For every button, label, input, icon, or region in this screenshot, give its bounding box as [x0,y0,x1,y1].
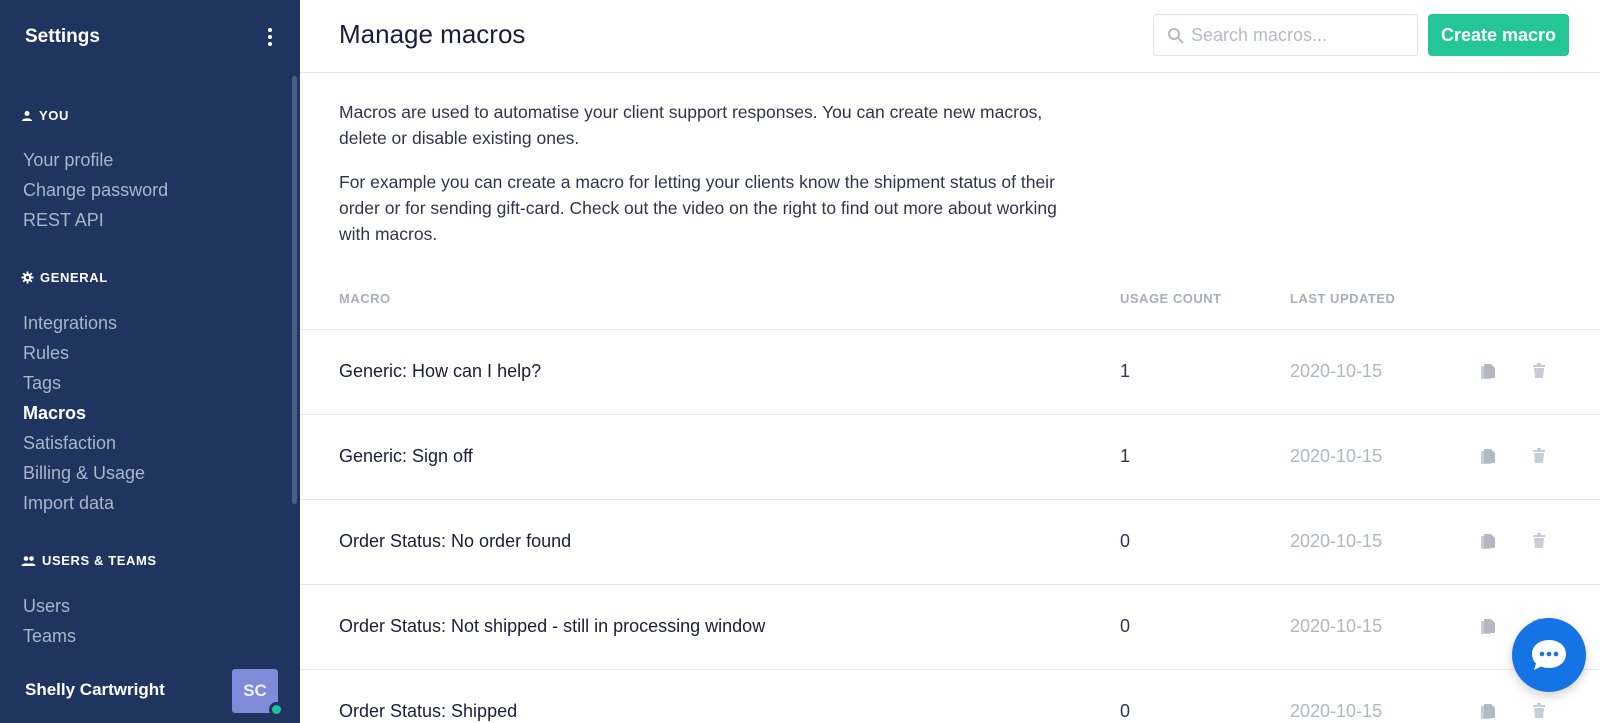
sidebar-item-tags[interactable]: Tags [23,373,61,394]
trash-icon[interactable] [1532,448,1546,464]
last-updated: 2020-10-15 [1290,616,1383,636]
column-header-usage-count[interactable]: USAGE COUNT [1120,291,1222,306]
section-general: GENERAL [21,270,108,285]
macro-name[interactable]: Order Status: No order found [339,531,571,552]
duplicate-icon[interactable] [1480,363,1496,381]
sidebar-item-users[interactable]: Users [23,596,70,617]
last-updated: 2020-10-15 [1290,701,1383,721]
person-icon [22,110,32,121]
current-user-name[interactable]: Shelly Cartwright [25,680,165,700]
usage-count: 0 [1120,616,1131,636]
sidebar-header: Settings [25,24,280,50]
sidebar-title: Settings [25,26,100,47]
section-label: GENERAL [40,270,108,285]
page-header: Manage macros Create macro [300,0,1600,73]
usage-count: 1 [1120,446,1131,466]
create-macro-button[interactable]: Create macro [1428,14,1569,56]
more-options-icon[interactable] [260,27,280,47]
usage-count: 0 [1120,701,1131,721]
online-status-indicator [269,702,284,717]
sidebar: Settings YOU Your profile Change passwor… [0,0,300,723]
search-input[interactable] [1191,15,1411,55]
trash-icon[interactable] [1532,363,1546,379]
sidebar-item-satisfaction[interactable]: Satisfaction [23,433,116,454]
people-icon [21,555,36,566]
trash-icon[interactable] [1532,703,1546,719]
last-updated: 2020-10-15 [1290,361,1383,381]
section-you: YOU [21,108,69,123]
sidebar-item-rules[interactable]: Rules [23,343,69,364]
duplicate-icon[interactable] [1480,618,1496,636]
macro-name[interactable]: Order Status: Shipped [339,701,517,722]
column-header-last-updated[interactable]: LAST UPDATED [1290,291,1395,306]
table-row[interactable]: Order Status: No order found 0 2020-10-1… [300,499,1600,584]
trash-icon[interactable] [1532,533,1546,549]
sidebar-scrollbar[interactable] [292,76,297,504]
sidebar-item-macros[interactable]: Macros [23,403,86,424]
chat-bubble-icon [1532,640,1566,670]
search-box[interactable] [1153,14,1418,56]
search-icon [1168,28,1184,44]
section-label: USERS & TEAMS [42,553,157,568]
description-paragraph-1: Macros are used to automatise your clien… [339,102,1043,148]
section-label: YOU [39,108,69,123]
duplicate-icon[interactable] [1480,533,1496,551]
macro-name[interactable]: Generic: How can I help? [339,361,541,382]
duplicate-icon[interactable] [1480,448,1496,466]
sidebar-item-integrations[interactable]: Integrations [23,313,117,334]
table-row[interactable]: Order Status: Shipped 0 2020-10-15 [300,669,1600,723]
duplicate-icon[interactable] [1480,703,1496,721]
section-users-teams: USERS & TEAMS [21,553,157,568]
table-row[interactable]: Generic: Sign off 1 2020-10-15 [300,414,1600,499]
gear-icon [21,271,34,284]
sidebar-item-change-password[interactable]: Change password [23,180,168,201]
sidebar-item-your-profile[interactable]: Your profile [23,150,113,171]
column-header-macro[interactable]: MACRO [339,291,391,306]
description-paragraph-2: For example you can create a macro for l… [339,172,1057,244]
table-row[interactable]: Order Status: Not shipped - still in pro… [300,584,1600,669]
last-updated: 2020-10-15 [1290,531,1383,551]
sidebar-item-billing-usage[interactable]: Billing & Usage [23,463,145,484]
usage-count: 1 [1120,361,1131,381]
macro-name[interactable]: Order Status: Not shipped - still in pro… [339,616,765,637]
macro-name[interactable]: Generic: Sign off [339,446,473,467]
table-row[interactable]: Generic: How can I help? 1 2020-10-15 [300,329,1600,414]
page-title: Manage macros [339,19,526,49]
sidebar-item-rest-api[interactable]: REST API [23,210,104,231]
chat-launcher-button[interactable] [1512,618,1586,692]
sidebar-item-teams[interactable]: Teams [23,626,76,647]
sidebar-item-import-data[interactable]: Import data [23,493,114,514]
last-updated: 2020-10-15 [1290,446,1383,466]
usage-count: 0 [1120,531,1131,551]
